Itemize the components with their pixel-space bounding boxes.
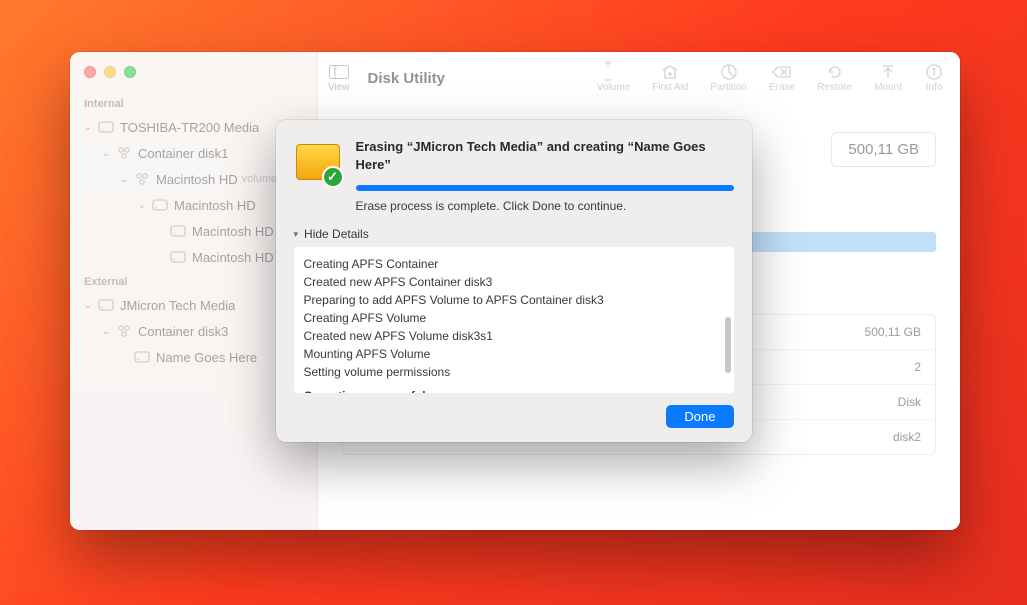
details-log: Creating APFS ContainerCreated new APFS … — [294, 247, 734, 393]
details-toggle[interactable]: ▾ Hide Details — [294, 227, 734, 241]
success-checkmark-icon: ✓ — [322, 166, 344, 188]
status-text: Erase process is complete. Click Done to… — [356, 199, 734, 213]
log-line: Mounting APFS Volume — [304, 345, 724, 363]
erase-progress-dialog: ✓ Erasing “JMicron Tech Media” and creat… — [276, 120, 752, 442]
details-toggle-label: Hide Details — [304, 227, 369, 241]
scrollbar-thumb[interactable] — [725, 317, 731, 373]
log-line: Setting volume permissions — [304, 363, 724, 381]
external-disk-icon: ✓ — [294, 138, 342, 186]
log-line: Created new APFS Container disk3 — [304, 273, 724, 291]
log-line: Created new APFS Volume disk3s1 — [304, 327, 724, 345]
log-line: Creating APFS Volume — [304, 309, 724, 327]
log-final-line: Operation successful. — [304, 387, 724, 393]
modal-backdrop: ✓ Erasing “JMicron Tech Media” and creat… — [0, 0, 1027, 605]
chevron-down-icon: ▾ — [294, 229, 299, 240]
progress-bar — [356, 185, 734, 191]
log-line: Preparing to add APFS Volume to APFS Con… — [304, 291, 724, 309]
dialog-title: Erasing “JMicron Tech Media” and creatin… — [356, 138, 734, 173]
log-line: Creating APFS Container — [304, 255, 724, 273]
done-button[interactable]: Done — [666, 405, 733, 428]
